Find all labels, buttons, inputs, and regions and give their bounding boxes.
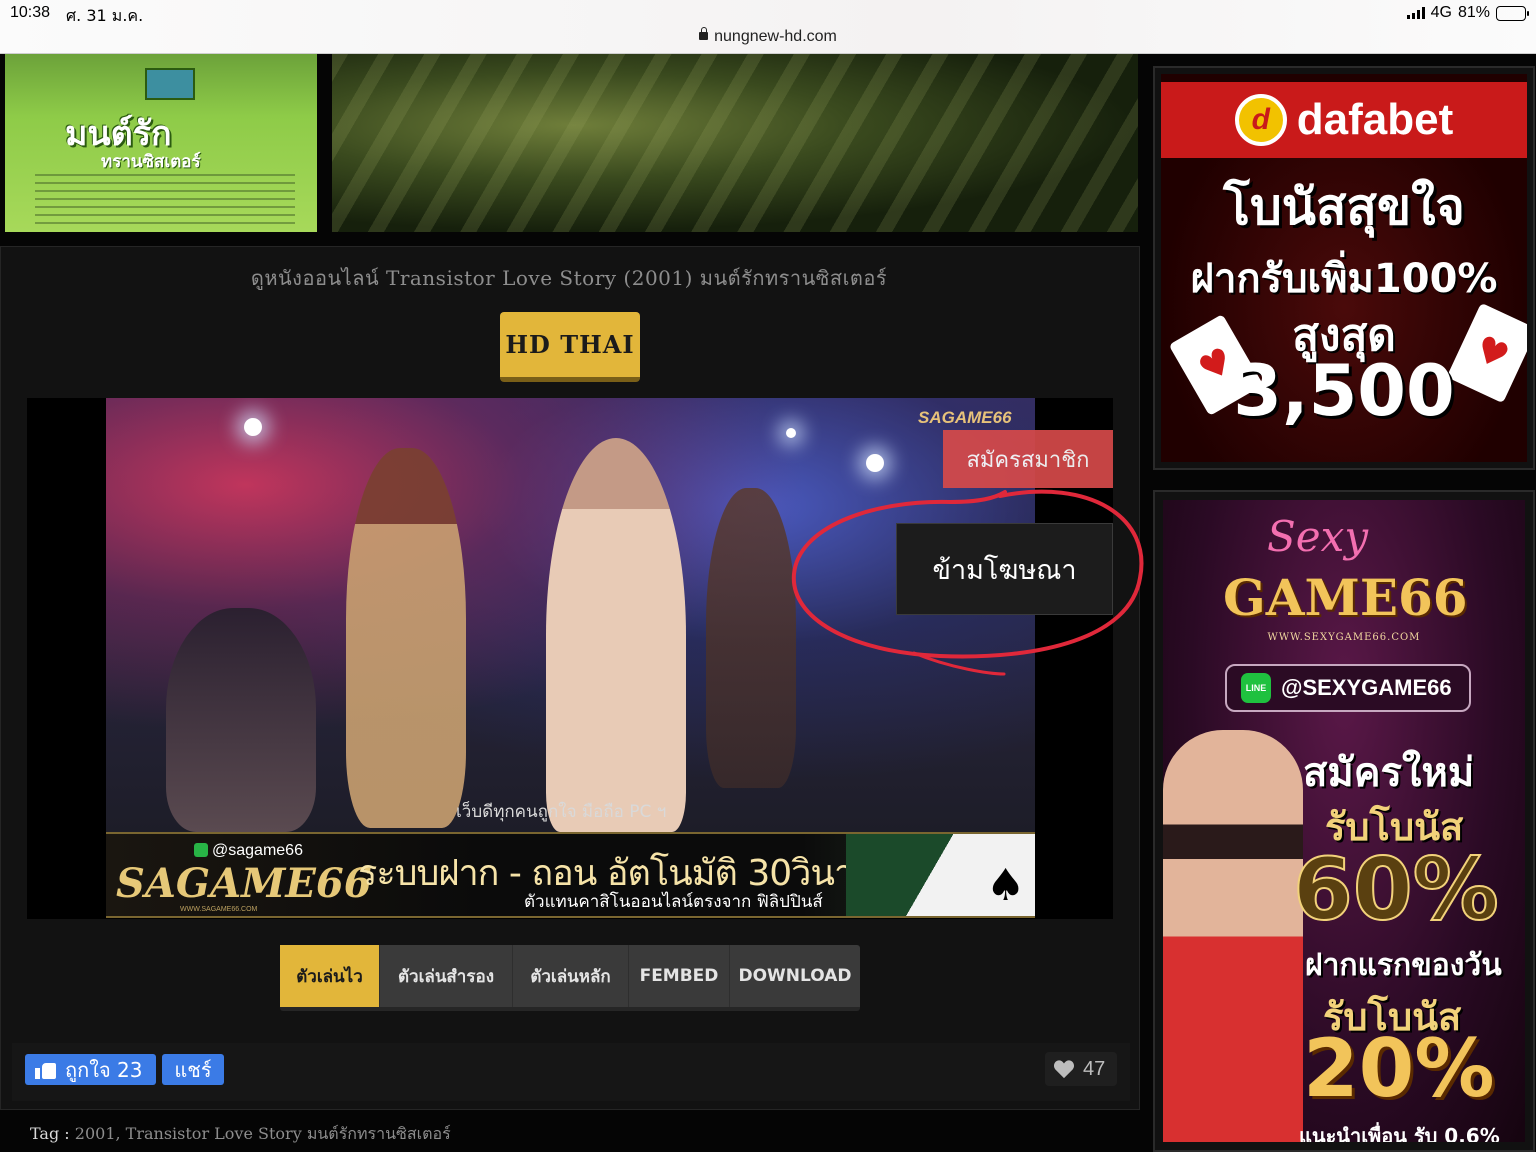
stage-light [786, 428, 796, 438]
dafabet-ad-body: d dafabet ♥ ♥ โบนัสสุขใจ ฝากรับเพิ่ม100%… [1161, 74, 1527, 462]
poster-subtitle: ทรานซิสเตอร์ [101, 152, 201, 172]
status-indicators: 4G 81% [1406, 4, 1529, 22]
banner-subline: ตัวแทนคาสิโนออนไลน์ตรงจาก ฟิลิปปินส์ [524, 892, 823, 912]
stage-light [244, 418, 262, 436]
status-bar: 10:38 ศ. 31 ม.ค. 4G 81% nungnew-hd.com [0, 0, 1536, 54]
video-watermark: SAGAME66 [918, 408, 1012, 427]
sexygame-line-badge: LINE @SEXYGAME66 [1225, 664, 1471, 712]
page-root: 10:38 ศ. 31 ม.ค. 4G 81% nungnew-hd.com ม… [0, 0, 1536, 1152]
sexygame-url: WWW.SEXYGAME66.COM [1267, 632, 1421, 643]
page-title: ดูหนังออนไลน์ Transistor Love Story (200… [250, 266, 888, 290]
battery-label: 81% [1457, 4, 1490, 21]
red-circle-annotation [791, 489, 1144, 676]
status-date: ศ. 31 ม.ค. [66, 6, 144, 25]
dafabet-header: d dafabet [1161, 82, 1527, 158]
video-ad-banner[interactable]: @sagame66 SAGAME66 WWW.SAGAME66.COM ระบบ… [106, 832, 1035, 918]
facebook-like-button[interactable]: ถูกใจ 23 [25, 1054, 156, 1085]
dafabet-logo-icon: d [1234, 94, 1287, 146]
sexygame-text-7: แนะนำเพื่อน รับ 0.6% [1299, 1124, 1500, 1142]
tag-values[interactable]: 2001, Transistor Love Story มนต์รักทรานซ… [75, 1124, 451, 1143]
movie-scene-thumbnail[interactable] [332, 54, 1138, 232]
network-label: 4G [1430, 4, 1452, 21]
tab-download[interactable]: DOWNLOAD [730, 945, 860, 1007]
sexygame-ad-body: Sexy GAME66 WWW.SEXYGAME66.COM LINE @SEX… [1163, 500, 1525, 1142]
status-time: 10:38 [10, 4, 51, 21]
video-figure-center [546, 438, 686, 832]
sexygame-script: Sexy [1267, 512, 1369, 561]
dafabet-brand: dafabet [1296, 95, 1454, 144]
poster-credits [35, 174, 295, 224]
video-caption: เว็บดีทุกคนถูกใจ มือถือ PC ฯ [456, 802, 667, 822]
favorite-button[interactable]: 47 [1045, 1052, 1117, 1086]
facebook-share-button[interactable]: แชร์ [162, 1054, 224, 1085]
tab-backup-player[interactable]: ตัวเล่นสำรอง [380, 945, 513, 1007]
dafabet-ad[interactable]: d dafabet ♥ ♥ โบนัสสุขใจ ฝากรับเพิ่ม100%… [1153, 66, 1535, 470]
tab-fast-player[interactable]: ตัวเล่นไว [280, 945, 380, 1007]
server-tabs: ตัวเล่นไว ตัวเล่นสำรอง ตัวเล่นหลัก FEMBE… [280, 945, 860, 1011]
sexygame-text-4: ฝากแรกของวัน [1305, 948, 1502, 983]
signal-icon [1406, 7, 1425, 19]
sexygame-line-id: @SEXYGAME66 [1281, 675, 1452, 700]
tab-fembed[interactable]: FEMBED [629, 945, 730, 1007]
video-figure-back [706, 488, 796, 788]
poster-radio-graphic [145, 68, 195, 100]
sexygame-text-1: สมัครใหม่ [1303, 750, 1475, 796]
movie-poster-thumbnail[interactable]: มนต์รัก ทรานซิสเตอร์ [5, 54, 317, 232]
dafabet-amount: 3,500 [1233, 350, 1455, 432]
sexygame-text-3: 60% [1292, 839, 1500, 941]
banner-line-id: @sagame66 [194, 842, 303, 860]
tab-main-player[interactable]: ตัวเล่นหลัก [513, 945, 629, 1007]
address-url: nungnew-hd.com [714, 28, 837, 45]
banner-line-text: @sagame66 [212, 842, 303, 859]
line-icon: LINE [1241, 673, 1271, 703]
tag-line: Tag : 2001, Transistor Love Story มนต์รั… [30, 1122, 451, 1147]
thumbs-up-icon [35, 1061, 57, 1079]
heart-count-value: 47 [1083, 1057, 1106, 1080]
stage-light [866, 454, 884, 472]
video-figure-dancer [346, 448, 466, 828]
lock-icon [699, 27, 709, 40]
sexygame-ad[interactable]: Sexy GAME66 WWW.SEXYGAME66.COM LINE @SEX… [1153, 490, 1535, 1152]
sexygame-brand: GAME66 [1223, 568, 1468, 627]
sexygame-text-6: 20% [1303, 1022, 1495, 1115]
like-label: ถูกใจ 23 [65, 1057, 143, 1082]
model-image [1163, 730, 1303, 1142]
heart-icon [1053, 1060, 1075, 1079]
video-figure-left [166, 608, 316, 832]
address-bar[interactable]: nungnew-hd.com [0, 27, 1536, 46]
battery-icon [1496, 5, 1529, 21]
quality-badge-button[interactable]: HD THAI [500, 312, 640, 382]
banner-logo: SAGAME66 [116, 860, 372, 907]
banner-logo-url: WWW.SAGAME66.COM [180, 906, 258, 913]
dafabet-line-1: โบนัสสุขใจ [1223, 178, 1465, 236]
tag-label: Tag : [30, 1124, 70, 1143]
spade-icon: ♠ [986, 860, 1026, 911]
line-icon [194, 843, 208, 857]
